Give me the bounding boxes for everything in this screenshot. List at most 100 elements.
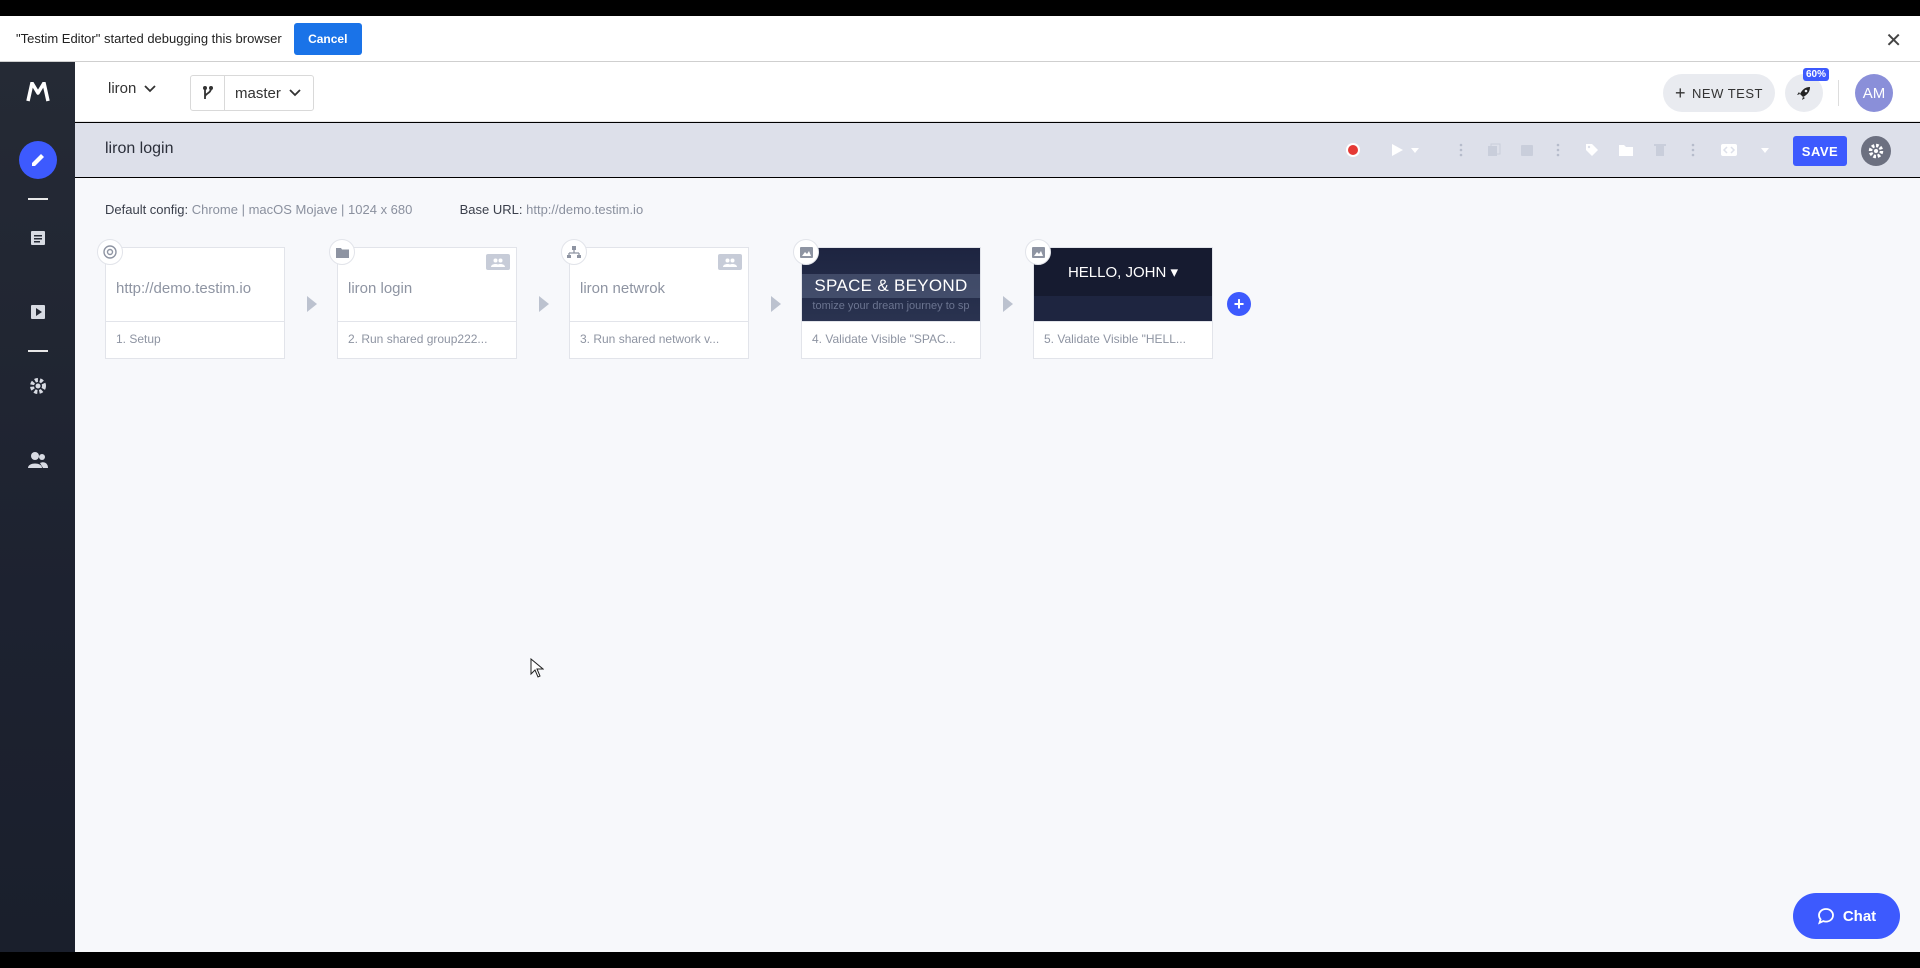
step-preview: liron login xyxy=(338,248,516,322)
debug-message: "Testim Editor" started debugging this b… xyxy=(16,31,282,46)
chat-button[interactable]: Chat xyxy=(1793,893,1900,939)
more-vertical-icon[interactable] xyxy=(1683,140,1703,160)
bottom-edge xyxy=(0,952,1920,968)
step-card[interactable]: SPACE & BEYOND tomize your dream journey… xyxy=(793,239,981,359)
default-config-value[interactable]: Chrome | macOS Mojave | 1024 x 680 xyxy=(192,202,413,217)
folder-icon xyxy=(329,239,355,265)
chat-label: Chat xyxy=(1842,907,1877,925)
folder-move-icon[interactable] xyxy=(1616,140,1636,160)
step-caption: 3. Run shared network v... xyxy=(580,332,720,346)
debug-notification-bar: "Testim Editor" started debugging this b… xyxy=(0,16,1920,62)
step-preview: SPACE & BEYOND tomize your dream journey… xyxy=(802,248,980,322)
test-canvas: Default config: Chrome | macOS Mojave | … xyxy=(75,178,1920,952)
progress-badge: 60% xyxy=(1803,68,1830,81)
shared-group-icon xyxy=(718,254,742,270)
chevron-down-icon xyxy=(289,89,301,97)
sidebar-divider xyxy=(28,350,48,352)
step-arrow xyxy=(771,296,781,312)
default-config-label: Default config: xyxy=(105,202,189,217)
thumbnail-title: SPACE & BEYOND xyxy=(802,274,980,298)
step-name: liron netwrok xyxy=(580,280,666,297)
plus-icon: + xyxy=(1675,83,1687,103)
thumbnail-subtitle: tomize your dream journey to sp xyxy=(812,300,970,312)
step-screenshot-thumbnail: HELLO, JOHN ▾ xyxy=(1034,248,1212,321)
test-settings-button[interactable] xyxy=(1861,136,1891,166)
gear-icon xyxy=(1868,143,1884,159)
step-arrow xyxy=(539,296,549,312)
shared-group-icon xyxy=(486,254,510,270)
record-icon[interactable] xyxy=(1343,140,1363,160)
sidebar-item-tests[interactable] xyxy=(0,218,75,258)
config-summary: Default config: Chrome | macOS Mojave | … xyxy=(105,202,643,217)
step-caption: 5. Validate Visible "HELL... xyxy=(1044,332,1186,346)
image-icon xyxy=(1025,239,1051,265)
app-header: liron master + NEW TEST 60% AM xyxy=(75,62,1920,122)
pencil-icon xyxy=(18,141,57,179)
step-preview: http://demo.testim.io xyxy=(106,248,284,322)
sidebar xyxy=(0,62,75,952)
play-icon[interactable] xyxy=(1387,140,1407,160)
project-name: liron xyxy=(108,80,137,97)
new-test-button[interactable]: + NEW TEST xyxy=(1663,74,1775,112)
branch-name: master xyxy=(235,85,301,102)
testim-logo[interactable] xyxy=(0,62,75,122)
add-step-button[interactable]: + xyxy=(1227,292,1251,316)
step-card[interactable]: liron login 2. Run shared group222... xyxy=(329,239,517,359)
sidebar-item-team[interactable] xyxy=(0,440,75,480)
base-url-value[interactable]: http://demo.testim.io xyxy=(526,202,643,217)
network-icon xyxy=(561,239,587,265)
chat-bubble-icon xyxy=(1817,908,1834,925)
tag-icon[interactable] xyxy=(1582,140,1602,160)
cancel-debug-button[interactable]: Cancel xyxy=(293,22,362,55)
step-screenshot-thumbnail: SPACE & BEYOND tomize your dream journey… xyxy=(802,248,980,321)
sidebar-item-editor[interactable] xyxy=(0,140,75,180)
close-icon[interactable]: ✕ xyxy=(1885,28,1902,53)
branch-selector[interactable]: master xyxy=(190,75,314,111)
play-options-chevron-icon[interactable] xyxy=(1405,140,1425,160)
group-icon[interactable] xyxy=(1517,140,1537,160)
code-options-chevron-icon[interactable] xyxy=(1755,140,1775,160)
git-branch-icon xyxy=(191,76,225,110)
thumbnail-strip xyxy=(1034,296,1212,321)
delete-icon[interactable] xyxy=(1650,140,1670,160)
save-button[interactable]: SAVE xyxy=(1793,136,1847,166)
sidebar-item-settings[interactable] xyxy=(0,366,75,406)
gear-icon xyxy=(29,378,46,394)
top-edge xyxy=(0,0,1920,16)
copy-icon[interactable] xyxy=(1484,140,1504,160)
test-title[interactable]: liron login xyxy=(105,140,173,158)
step-name: liron login xyxy=(348,280,413,297)
avatar[interactable]: AM xyxy=(1855,74,1893,112)
mouse-cursor-icon xyxy=(530,657,545,683)
chrome-icon xyxy=(97,239,123,265)
thumbnail-title: HELLO, JOHN ▾ xyxy=(1067,264,1179,281)
step-caption: 4. Validate Visible "SPAC... xyxy=(812,332,956,346)
users-icon xyxy=(27,452,48,468)
sidebar-divider xyxy=(28,198,48,200)
base-url-label: Base URL: xyxy=(459,202,523,217)
step-card[interactable]: liron netwrok 3. Run shared network v... xyxy=(561,239,749,359)
list-icon xyxy=(30,231,45,245)
sidebar-item-runs[interactable] xyxy=(0,292,75,332)
play-icon xyxy=(30,305,45,319)
code-icon[interactable] xyxy=(1719,140,1739,160)
test-toolbar: liron login SAVE xyxy=(75,123,1920,177)
image-icon xyxy=(793,239,819,265)
chevron-down-icon xyxy=(144,84,156,92)
step-caption: 1. Setup xyxy=(116,332,161,346)
step-preview: HELLO, JOHN ▾ xyxy=(1034,248,1212,322)
new-test-label: NEW TEST xyxy=(1692,85,1763,101)
step-arrow xyxy=(307,296,317,312)
step-preview: liron netwrok xyxy=(570,248,748,322)
rocket-icon xyxy=(1797,87,1810,100)
step-card[interactable]: HELLO, JOHN ▾ 5. Validate Visible "HELL.… xyxy=(1025,239,1213,359)
more-vertical-icon[interactable] xyxy=(1451,140,1471,160)
project-selector[interactable]: liron xyxy=(108,80,156,97)
step-name: http://demo.testim.io xyxy=(116,280,252,297)
more-vertical-icon[interactable] xyxy=(1548,140,1568,160)
step-arrow xyxy=(1003,296,1013,312)
step-card[interactable]: http://demo.testim.io 1. Setup xyxy=(97,239,285,359)
header-divider xyxy=(1838,80,1839,106)
branch-label: master xyxy=(235,84,281,102)
logo-icon xyxy=(25,82,50,102)
